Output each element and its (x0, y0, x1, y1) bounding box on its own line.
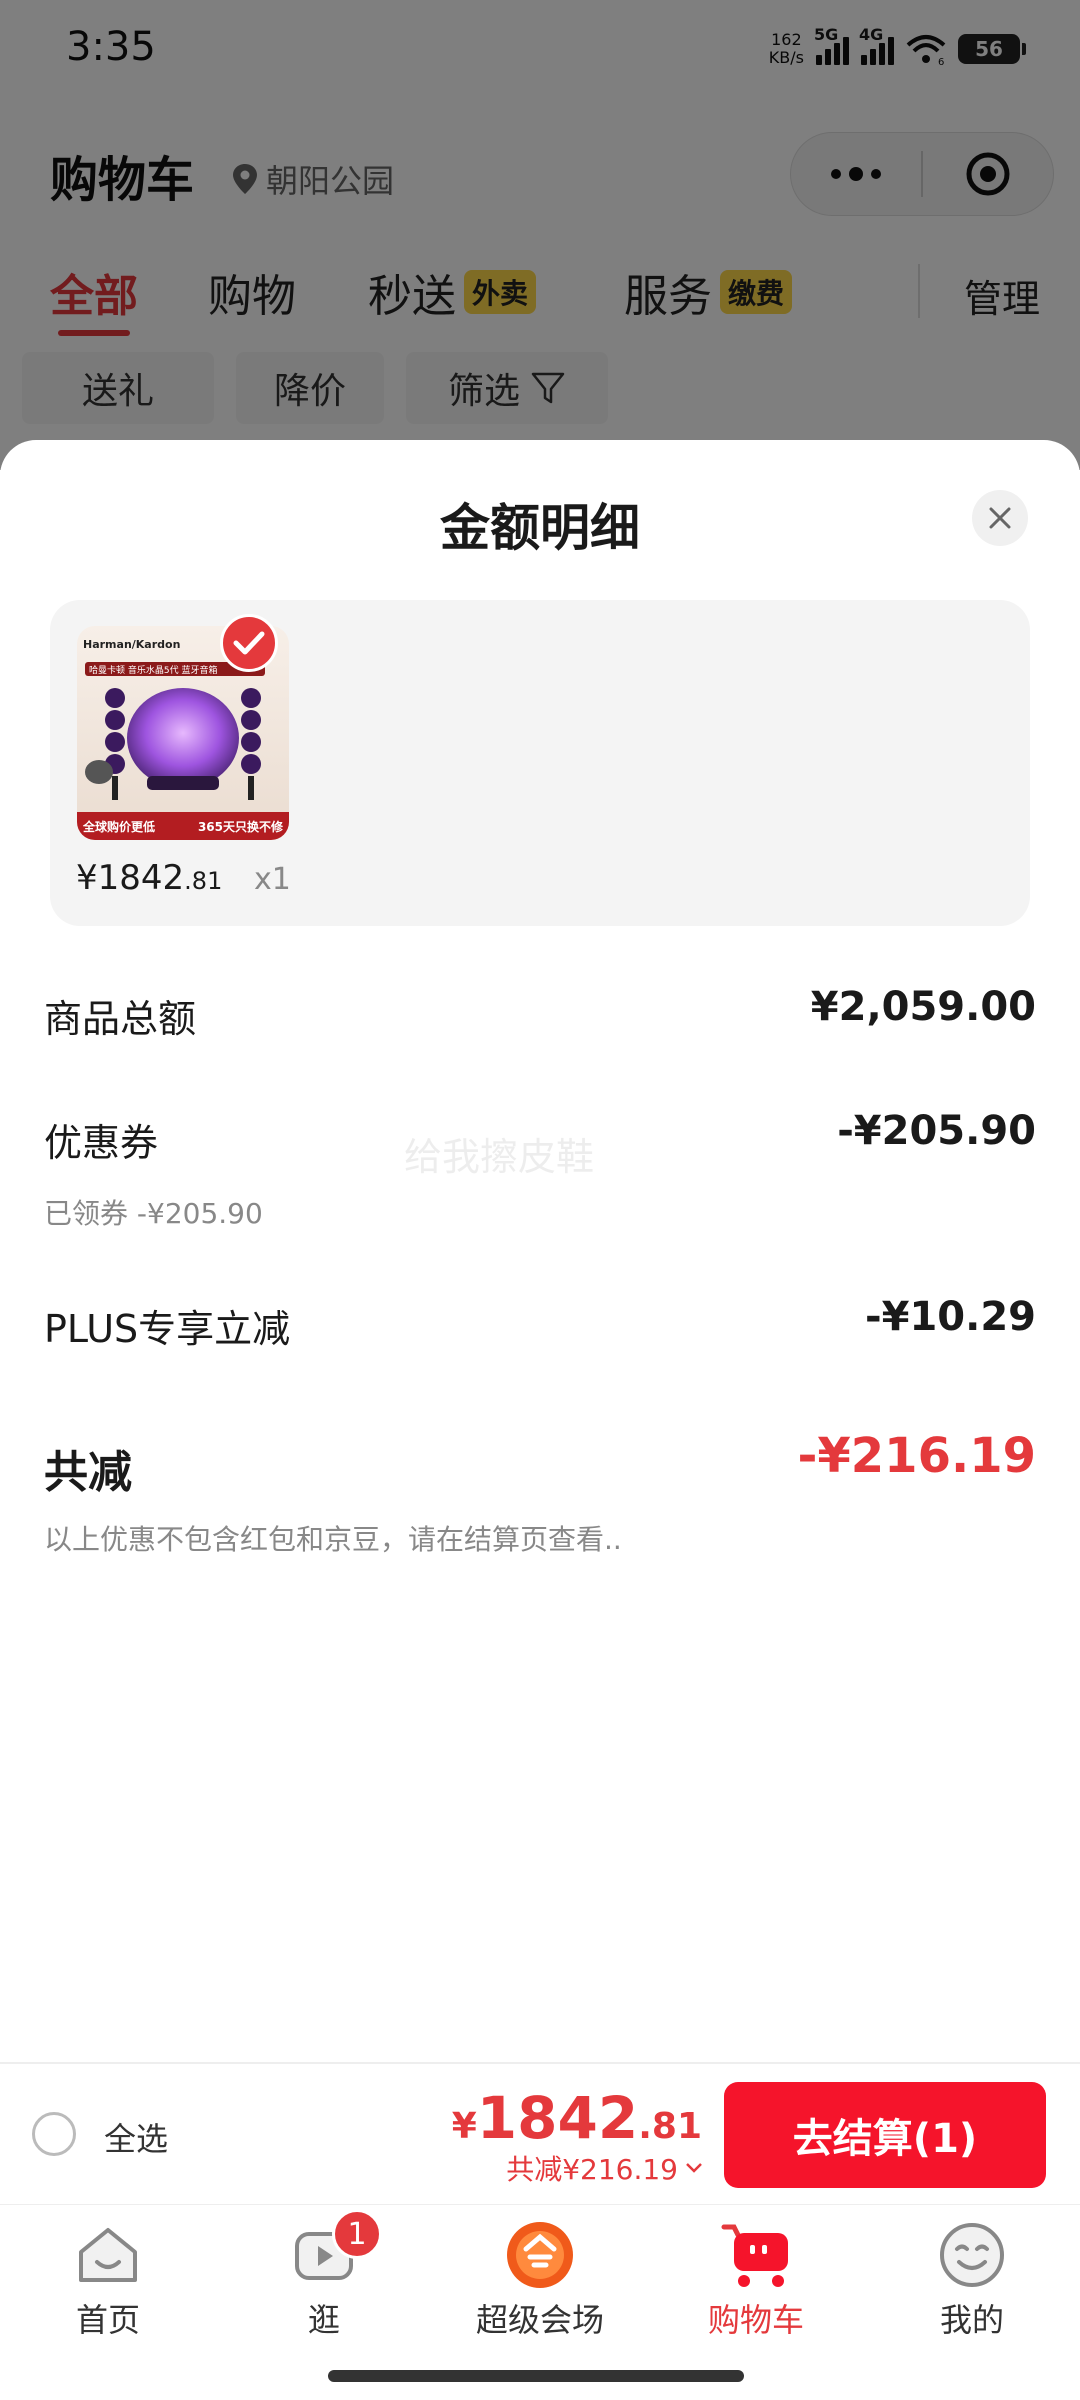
home-indicator (328, 2370, 744, 2382)
coupon-value: -¥205.90 (837, 1108, 1036, 1154)
explore-badge: 1 (332, 2209, 382, 2259)
amount-detail-sheet: 金额明细 Harman/Kardon 哈曼卡顿 音乐水晶5代 蓝牙音箱 全球购价… (0, 440, 1080, 2060)
watermark: 给我擦皮鞋 (404, 1135, 595, 1179)
discount-note: 以上优惠不包含红包和京豆，请在结算页查看.. (44, 1523, 622, 1556)
plus-discount-label: PLUS专享立减 (44, 1307, 291, 1351)
total-discount-label: 共减 (44, 1447, 132, 1498)
modal-overlay[interactable] (0, 0, 1080, 470)
checkout-bar: 全选 ¥1842.81 共减¥216.19 去结算(1) (0, 2062, 1080, 2204)
super-venue-icon (504, 2219, 576, 2291)
select-all-checkbox[interactable] (32, 2112, 76, 2156)
coupon-label: 优惠券 (44, 1121, 159, 1165)
nav-home[interactable]: 首页 (0, 2219, 216, 2341)
nav-explore[interactable]: 1 逛 (216, 2209, 432, 2341)
image-banner-bottom: 全球购价更低 365天只换不修 (77, 812, 289, 840)
goods-total-value: ¥2,059.00 (810, 984, 1036, 1030)
checkout-button[interactable]: 去结算(1) (724, 2082, 1046, 2188)
sheet-title: 金额明细 (440, 499, 640, 557)
total-discount-value: -¥216.19 (797, 1428, 1036, 1484)
plus-discount-value: -¥10.29 (865, 1294, 1036, 1340)
close-icon (989, 507, 1011, 529)
home-icon (72, 2219, 144, 2291)
nav-cart[interactable]: 购物车 (648, 2219, 864, 2341)
profile-icon (936, 2219, 1008, 2291)
product-summary: Harman/Kardon 哈曼卡顿 音乐水晶5代 蓝牙音箱 全球购价更低 36… (50, 600, 1030, 926)
coupon-claimed-note: 已领券 -¥205.90 (44, 1197, 263, 1230)
checkout-discount-toggle[interactable]: 共减¥216.19 (506, 2148, 704, 2188)
chevron-down-icon (686, 2163, 702, 2173)
product-price: ¥1842.81 (76, 858, 223, 898)
video-icon: 1 (288, 2209, 382, 2291)
cart-icon (720, 2219, 792, 2291)
close-button[interactable] (972, 490, 1028, 546)
product-quantity: x1 (254, 862, 291, 897)
nav-profile[interactable]: 我的 (864, 2219, 1080, 2341)
nav-super-venue[interactable]: 超级会场 (432, 2219, 648, 2341)
select-all-label[interactable]: 全选 (104, 2114, 168, 2160)
goods-total-label: 商品总额 (44, 997, 197, 1041)
selected-check-icon[interactable] (220, 614, 278, 672)
checkout-total-price: ¥1842.81 (451, 2084, 702, 2152)
